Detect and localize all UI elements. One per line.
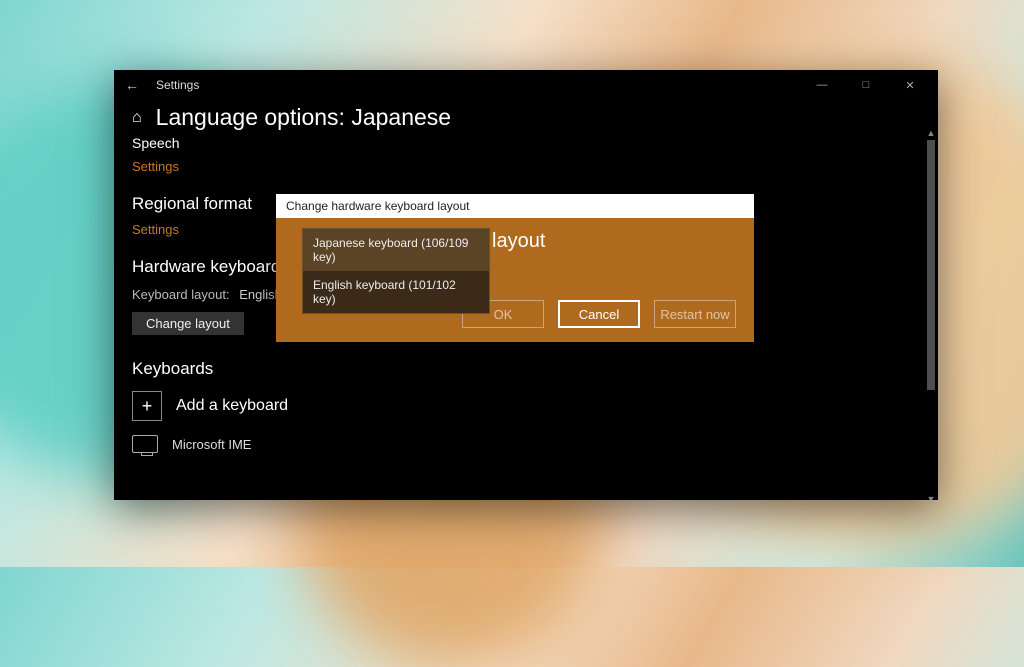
change-layout-dialog: Change hardware keyboard layout layout J… [276,194,754,342]
back-icon[interactable]: ← [120,77,144,93]
scroll-down-icon[interactable]: ▼ [926,494,936,500]
dialog-body: layout Japanese keyboard (106/109 key) E… [276,218,754,342]
dialog-heading-fragment: layout [492,230,545,253]
window-controls: — □ ✕ [800,70,932,100]
home-icon[interactable]: ⌂ [132,109,142,127]
plus-icon: + [132,391,162,421]
close-button[interactable]: ✕ [888,70,932,100]
add-keyboard-row[interactable]: + Add a keyboard [132,391,920,421]
keyboard-layout-label: Keyboard layout: [132,287,230,302]
scroll-up-icon[interactable]: ▲ [926,128,936,138]
maximize-button[interactable]: □ [844,70,888,100]
ime-row[interactable]: Microsoft IME [132,435,920,453]
add-keyboard-label: Add a keyboard [176,397,288,415]
speech-heading: Speech [132,135,920,151]
dropdown-option[interactable]: Japanese keyboard (106/109 key) [303,229,489,271]
dialog-title: Change hardware keyboard layout [276,194,754,218]
layout-dropdown[interactable]: Japanese keyboard (106/109 key) English … [302,228,490,314]
cancel-button[interactable]: Cancel [558,300,640,328]
restart-now-button[interactable]: Restart now [654,300,736,328]
scrollbar[interactable]: ▲ ▼ [926,140,936,492]
speech-settings-link[interactable]: Settings [132,159,179,174]
minimize-button[interactable]: — [800,70,844,100]
keyboard-icon [132,435,158,453]
keyboards-heading: Keyboards [132,359,920,379]
titlebar: ← Settings — □ ✕ [114,70,938,100]
ime-label: Microsoft IME [172,437,251,452]
page-title: Language options: Japanese [156,104,451,131]
scroll-track[interactable] [926,140,936,492]
change-layout-button[interactable]: Change layout [132,312,244,335]
regional-settings-link[interactable]: Settings [132,222,179,237]
app-title: Settings [156,78,199,92]
scroll-thumb[interactable] [927,140,935,390]
dropdown-option[interactable]: English keyboard (101/102 key) [303,271,489,313]
